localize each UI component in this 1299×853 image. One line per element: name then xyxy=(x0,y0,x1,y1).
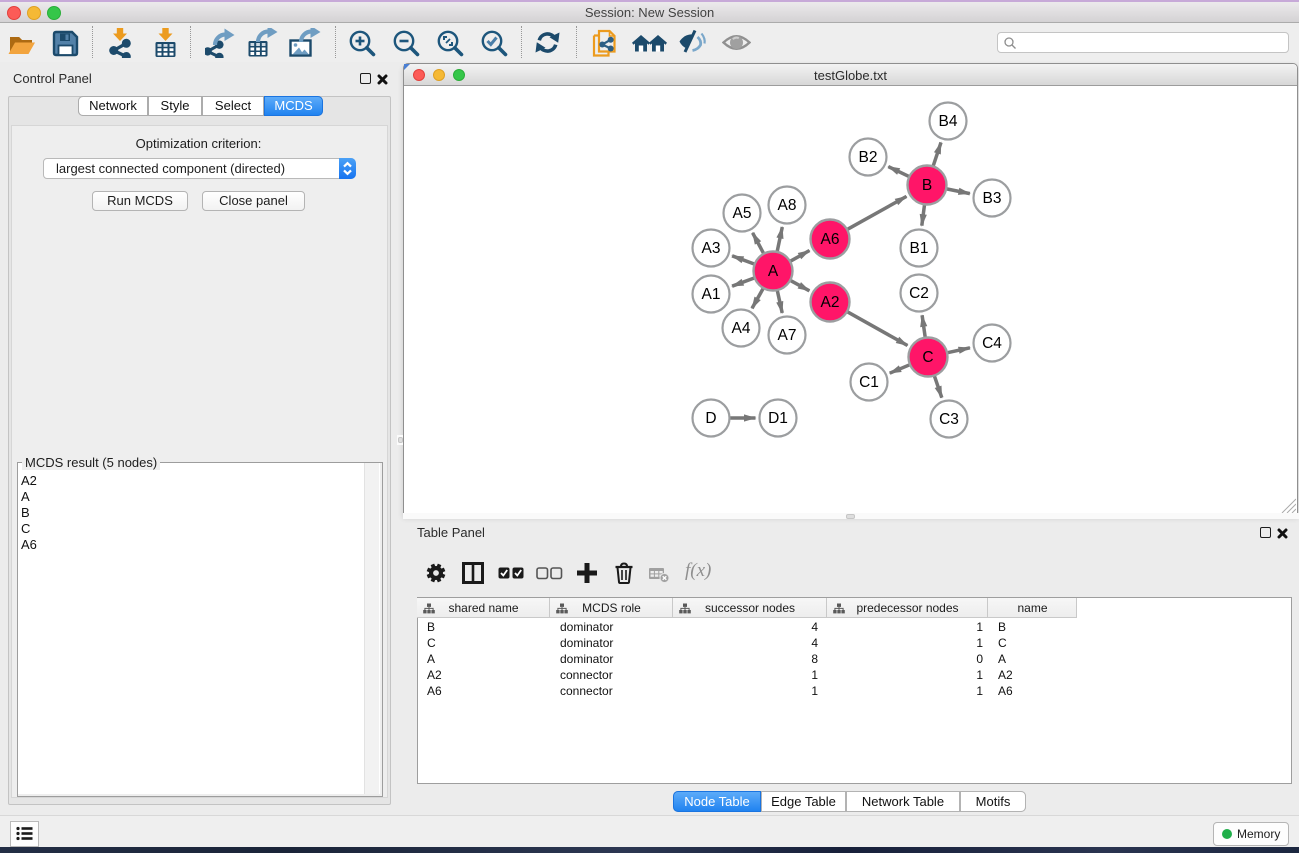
svg-text:D1: D1 xyxy=(768,410,788,427)
svg-text:A8: A8 xyxy=(778,197,797,214)
svg-text:A4: A4 xyxy=(732,320,751,337)
svg-text:C4: C4 xyxy=(982,335,1002,352)
svg-text:B: B xyxy=(922,177,932,194)
svg-text:A1: A1 xyxy=(702,286,721,303)
svg-text:B2: B2 xyxy=(859,149,878,166)
svg-text:A: A xyxy=(768,263,779,280)
svg-text:B3: B3 xyxy=(983,190,1002,207)
svg-text:A2: A2 xyxy=(821,294,840,311)
svg-text:B4: B4 xyxy=(939,113,958,130)
svg-text:A6: A6 xyxy=(821,231,840,248)
svg-text:C: C xyxy=(922,349,933,366)
svg-text:C1: C1 xyxy=(859,374,879,391)
svg-text:D: D xyxy=(705,410,716,427)
svg-text:C3: C3 xyxy=(939,411,959,428)
svg-text:B1: B1 xyxy=(910,240,929,257)
svg-text:A3: A3 xyxy=(702,240,721,257)
svg-text:A5: A5 xyxy=(733,205,752,222)
svg-text:A7: A7 xyxy=(778,327,797,344)
svg-text:C2: C2 xyxy=(909,285,929,302)
